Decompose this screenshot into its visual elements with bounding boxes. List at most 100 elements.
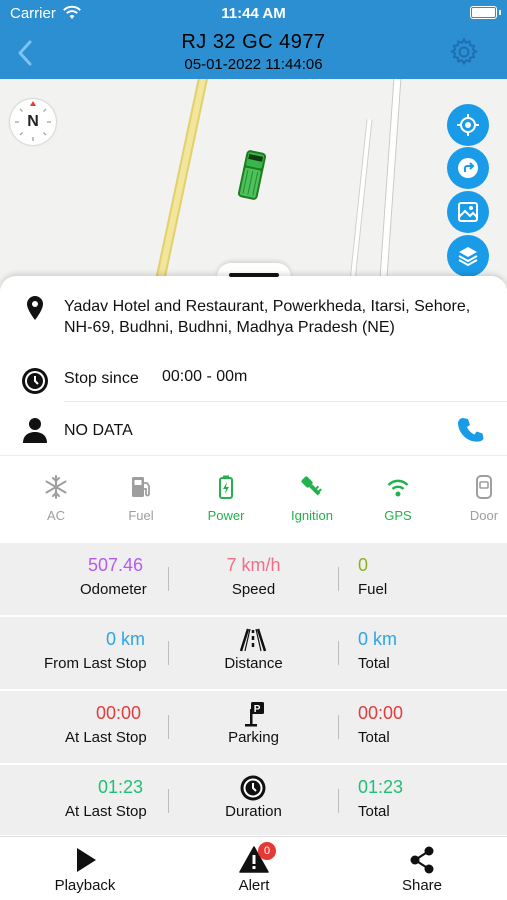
gear-icon[interactable] bbox=[449, 37, 479, 67]
share-icon bbox=[410, 846, 434, 874]
distance-label: Distance bbox=[224, 655, 283, 672]
app-header: Carrier 11:44 AM RJ 32 GC 4977 05-01-202… bbox=[0, 0, 507, 79]
vehicle-number: RJ 32 GC 4977 bbox=[181, 31, 326, 53]
map-picture-icon bbox=[458, 202, 478, 222]
odometer-label: Odometer bbox=[80, 581, 147, 598]
directions-button[interactable] bbox=[447, 147, 489, 189]
distance-total-label: Total bbox=[358, 655, 390, 672]
from-last-stop-value: 0 km bbox=[106, 629, 146, 649]
duration-last-stop-label: At Last Stop bbox=[65, 803, 147, 820]
address-row: Yadav Hotel and Restaurant, Powerkheda, … bbox=[0, 290, 507, 360]
address-text: Yadav Hotel and Restaurant, Powerkheda, … bbox=[64, 298, 471, 336]
parking-last-stop-label: At Last Stop bbox=[65, 729, 147, 746]
alert-button[interactable]: Alert bbox=[194, 845, 314, 894]
fuel-cell: 0 Fuel bbox=[339, 543, 507, 615]
playback-label: Playback bbox=[54, 877, 116, 894]
fuel-value: 0 bbox=[358, 555, 369, 575]
key-icon bbox=[301, 476, 322, 496]
stats-row-distance: 0 km From Last Stop Distance 0 km Total bbox=[0, 617, 507, 689]
sensor-ignition: Ignition bbox=[270, 474, 354, 523]
clock-icon bbox=[240, 775, 266, 801]
status-time: 11:44 AM bbox=[221, 5, 286, 22]
parking-last-stop-cell: 00:00 At Last Stop bbox=[0, 691, 168, 763]
speed-cell: 7 km/h Speed bbox=[169, 543, 338, 615]
location-pin-icon bbox=[27, 296, 43, 320]
sensor-power-label: Power bbox=[207, 508, 245, 523]
crosshair-icon bbox=[457, 114, 479, 136]
fuel-label: Fuel bbox=[358, 581, 388, 598]
fuel-pump-icon bbox=[132, 477, 150, 497]
sensor-ac-label: AC bbox=[46, 508, 66, 523]
duration-total-value: 01:23 bbox=[358, 777, 404, 797]
sensor-ignition-label: Ignition bbox=[291, 508, 333, 523]
divider bbox=[64, 401, 507, 402]
map-view[interactable]: N bbox=[0, 79, 507, 289]
compass-label: N bbox=[27, 113, 39, 130]
stop-row: Stop since 00:00 - 00m bbox=[0, 362, 507, 400]
sensor-door-label: Door bbox=[469, 508, 499, 523]
road-icon bbox=[239, 628, 267, 652]
phone-icon[interactable] bbox=[457, 416, 485, 444]
parking-total-label: Total bbox=[358, 729, 390, 746]
from-last-stop-label: From Last Stop bbox=[44, 655, 147, 672]
last-update-time: 05-01-2022 11:44:06 bbox=[184, 56, 323, 73]
play-icon bbox=[77, 848, 96, 872]
alert-count-badge: 0 bbox=[258, 842, 276, 860]
person-icon bbox=[23, 418, 47, 443]
compass-icon[interactable]: N bbox=[10, 99, 56, 145]
distance-total-value: 0 km bbox=[358, 629, 398, 649]
battery-icon bbox=[470, 6, 501, 19]
speed-value: 7 km/h bbox=[226, 555, 281, 575]
stats-grid: 507.46 Odometer 7 km/h Speed 0 Fuel 0 km… bbox=[0, 543, 507, 835]
sensor-fuel-label: Fuel bbox=[128, 508, 154, 523]
share-label: Share bbox=[401, 877, 443, 894]
map-road bbox=[343, 119, 373, 289]
map-type-button[interactable] bbox=[447, 191, 489, 233]
highway-road bbox=[146, 79, 210, 289]
share-button[interactable]: Share bbox=[362, 845, 482, 894]
sensor-gps: GPS bbox=[356, 474, 440, 523]
drag-handle[interactable] bbox=[229, 273, 279, 277]
duration-total-cell: 01:23 Total bbox=[339, 765, 507, 837]
parking-total-cell: 00:00 Total bbox=[339, 691, 507, 763]
battery-charging-icon bbox=[219, 475, 233, 499]
parking-last-stop-value: 00:00 bbox=[96, 703, 142, 723]
clock-icon bbox=[22, 368, 48, 394]
vehicle-marker-icon[interactable] bbox=[234, 149, 270, 201]
duration-last-stop-cell: 01:23 At Last Stop bbox=[0, 765, 168, 837]
from-last-stop-cell: 0 km From Last Stop bbox=[0, 617, 168, 689]
stats-row-odometer: 507.46 Odometer 7 km/h Speed 0 Fuel bbox=[0, 543, 507, 615]
driver-name: NO DATA bbox=[64, 422, 133, 439]
distance-total-cell: 0 km Total bbox=[339, 617, 507, 689]
parking-cell: P Parking bbox=[169, 691, 338, 763]
svg-text:P: P bbox=[254, 704, 261, 715]
stop-since-label: Stop since bbox=[64, 370, 139, 387]
bottom-nav: Playback Alert Share bbox=[0, 836, 507, 900]
car-door-icon bbox=[476, 475, 492, 499]
duration-last-stop-value: 01:23 bbox=[98, 777, 144, 797]
odometer-cell: 507.46 Odometer bbox=[0, 543, 168, 615]
parking-total-value: 00:00 bbox=[358, 703, 404, 723]
stop-since-value: 00:00 - 00m bbox=[162, 368, 248, 385]
parking-label: Parking bbox=[228, 729, 279, 746]
playback-button[interactable]: Playback bbox=[25, 845, 145, 894]
sensor-ac: AC bbox=[14, 474, 98, 523]
sensor-door: Door bbox=[442, 474, 507, 523]
status-bar: Carrier 11:44 AM bbox=[0, 0, 507, 26]
map-road bbox=[375, 79, 403, 289]
duration-total-label: Total bbox=[358, 803, 390, 820]
sensor-power: Power bbox=[184, 474, 268, 523]
speed-label: Speed bbox=[231, 581, 276, 598]
snowflake-icon bbox=[45, 475, 67, 499]
duration-cell: Duration bbox=[169, 765, 338, 837]
my-location-button[interactable] bbox=[447, 104, 489, 146]
wifi-signal-icon bbox=[387, 479, 409, 497]
sensor-fuel: Fuel bbox=[99, 474, 183, 523]
layers-icon bbox=[458, 247, 478, 267]
sensor-gps-label: GPS bbox=[384, 508, 412, 523]
layers-button[interactable] bbox=[447, 235, 489, 277]
stats-row-duration: 01:23 At Last Stop Duration 01:23 Total bbox=[0, 765, 507, 837]
odometer-value: 507.46 bbox=[88, 555, 144, 575]
distance-cell: Distance bbox=[169, 617, 338, 689]
parking-sign-icon: P bbox=[245, 702, 264, 727]
